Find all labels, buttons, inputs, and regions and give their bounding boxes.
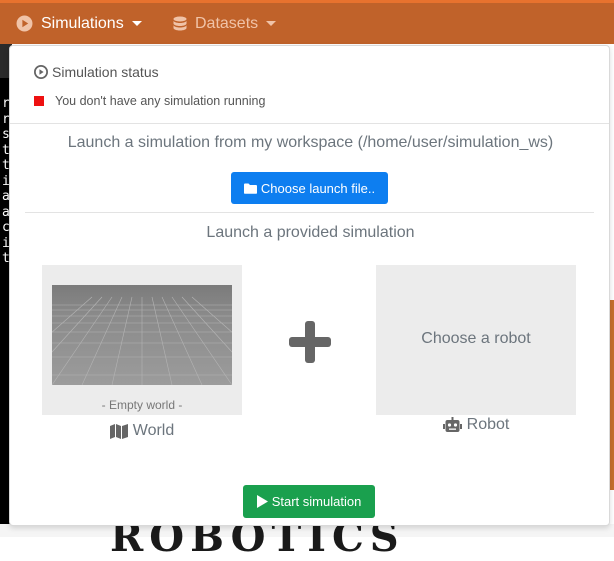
simulation-status-row: You don't have any simulation running (34, 94, 265, 108)
chevron-down-icon (266, 21, 277, 26)
robot-label: Robot (376, 416, 576, 434)
robot-selector-tile[interactable]: Choose a robot (376, 265, 576, 415)
play-circle-icon (34, 65, 48, 79)
status-indicator-icon (34, 96, 44, 106)
nav-simulations-label: Simulations (41, 14, 124, 32)
simulation-status-title: Simulation status (52, 64, 159, 80)
choose-robot-placeholder: Choose a robot (421, 330, 531, 347)
nav-datasets-label: Datasets (195, 14, 259, 32)
map-icon (109, 423, 128, 439)
chevron-down-icon (131, 21, 142, 26)
start-simulation-button[interactable]: Start simulation (243, 485, 375, 518)
play-icon (256, 495, 268, 508)
simulation-status-message: You don't have any simulation running (55, 94, 266, 108)
simulation-status-header: Simulation status (34, 64, 159, 80)
world-label-text: World (132, 422, 175, 439)
choose-launch-file-label: Choose launch file.. (260, 180, 376, 196)
top-navbar: Simulations Datasets (0, 0, 614, 44)
empty-world-preview (0, 285, 293, 386)
nav-simulations-dropdown[interactable]: Simulations (16, 3, 142, 44)
workspace-heading: Launch a simulation from my workspace (/… (67, 134, 554, 151)
choose-launch-file-button[interactable]: Choose launch file.. (231, 172, 388, 204)
nav-datasets-dropdown[interactable]: Datasets (173, 3, 277, 44)
folder-icon (243, 183, 257, 194)
world-label: World (42, 422, 242, 440)
simulations-dropdown-panel: Simulation status You don't have any sim… (0, 45, 610, 526)
robot-icon (442, 417, 462, 433)
divider (10, 123, 609, 124)
plus-icon (289, 321, 331, 363)
robot-label-text: Robot (466, 416, 510, 433)
database-icon (173, 16, 187, 32)
provided-simulation-heading: Launch a provided simulation (206, 224, 415, 241)
world-selector-tile[interactable]: - Empty world - (0, 265, 293, 415)
divider (25, 212, 594, 213)
start-simulation-label: Start simulation (271, 494, 362, 509)
world-caption: - Empty world - (101, 398, 183, 412)
play-circle-icon (16, 15, 33, 32)
